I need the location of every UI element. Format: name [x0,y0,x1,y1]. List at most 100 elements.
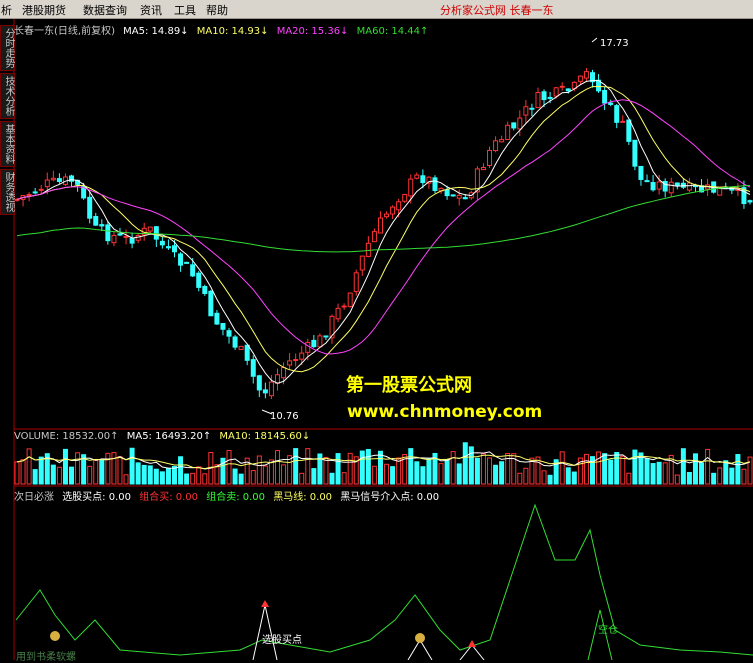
menu-item-hk-futures[interactable]: 港股期货 [22,2,66,18]
indicator-legend-dark-horse-entry: 黑马信号介入点: 0.00 [340,492,440,503]
candle-body [487,149,493,166]
volume-bar [323,456,329,485]
candle-body [262,389,268,394]
volume-bar [408,448,414,485]
volume-bar [729,467,735,485]
volume-bar [56,466,62,485]
candle-body [602,89,608,104]
candle-body [287,360,293,366]
candle-body [317,335,323,348]
candle-body [281,367,287,379]
volume-bar [559,451,565,485]
candle-body [238,345,244,350]
money-bag-icon [50,631,60,641]
indicator-legend: 次日必涨 选股买点: 0.00 组合买: 0.00 组合卖: 0.00 黑马线:… [14,488,444,503]
low-marker: 10.76 [261,409,299,422]
candle-body [244,344,250,361]
indicator-spike [459,644,485,660]
volume-bar [262,465,268,485]
candle-body [577,75,583,82]
candle-body [402,194,408,202]
volume-bar [202,473,208,485]
candle-body [305,341,311,353]
candle-body [541,91,547,101]
volume-legend-ma10: MA10: 18145.60↓ [219,431,311,442]
candle-body [396,201,402,211]
volume-bar [493,464,499,485]
volume-bar [602,453,608,485]
volume-bar [365,448,371,485]
volume-legend-value: VOLUME: 18532.00↑ [14,431,119,442]
volume-bar [135,462,141,485]
candle-body [184,261,190,264]
candle-body [14,198,20,201]
volume-bar [14,461,20,485]
volume-bar [583,453,589,485]
volume-bar [299,472,305,485]
price-legend: 长春一东(日线,前复权) MA5: 14.89↓ MA10: 14.93↓ MA… [14,22,433,37]
candle-body [159,240,165,246]
ma20-line [16,99,751,355]
volume-bar [153,468,159,485]
volume-bar [547,474,553,485]
candle-body [44,179,50,188]
buy-arrow-icon [261,600,269,607]
volume-bar [420,466,426,485]
volume-bar [438,463,444,485]
volume-bar [20,459,26,485]
volume-bar [256,455,262,485]
candle-body [384,213,390,218]
menu-item-help[interactable]: 帮助 [206,2,228,18]
side-tab-technical[interactable]: 技术分析 [0,73,15,119]
candle-body [208,290,214,317]
volume-bar [377,450,383,485]
kline-chart[interactable]: 17.73 10.76 [0,0,753,660]
menu-item-analysis[interactable]: 析 [1,2,12,18]
volume-bars [14,442,753,485]
candle-body [232,336,238,348]
candle-body [32,191,38,194]
indicator-legend-buy-point: 选股买点: 0.00 [62,492,132,503]
app-brand-title: 分析家公式网 长春一东 [440,4,554,17]
candle-body [553,87,559,97]
candle-body [226,330,232,337]
volume-bar [620,455,626,485]
candle-body [450,194,456,197]
candle-body [93,216,99,226]
volume-bar [62,448,68,485]
candle-body [147,226,153,232]
candle-body [153,226,159,240]
volume-bar [238,473,244,485]
menu-item-news[interactable]: 资讯 [140,2,162,18]
candle-body [432,177,438,191]
side-tab-intraday[interactable]: 分时走势 [0,25,15,71]
volume-bar [38,456,44,485]
candle-body [620,120,626,123]
candle-body [56,178,62,182]
candle-body [517,117,523,130]
volume-bar [311,468,317,485]
price-legend-ma60: MA60: 14.44↑ [356,26,429,37]
candle-body [565,88,571,92]
volume-bar [123,474,129,485]
volume-bar [384,463,390,485]
side-tab-basics[interactable]: 基本资料 [0,121,15,167]
volume-bar [711,472,717,485]
volume-bar [287,455,293,485]
candle-body [87,196,93,219]
volume-bar [680,448,686,485]
volume-bar [705,448,711,485]
volume-bar [147,465,153,485]
side-tab-financials[interactable]: 财务透视 [0,169,15,215]
volume-bar [565,467,571,485]
price-legend-ma10: MA10: 14.93↓ [196,26,269,37]
volume-bar [196,466,202,485]
volume-bar [281,464,287,485]
volume-bar [274,450,280,485]
volume-bar [371,465,377,485]
candle-body [38,188,44,191]
volume-legend-ma5: MA5: 16493.20↑ [126,431,212,442]
candle-body [335,307,341,320]
menu-item-data-query[interactable]: 数据查询 [83,2,127,18]
menu-item-tools[interactable]: 工具 [174,2,196,18]
